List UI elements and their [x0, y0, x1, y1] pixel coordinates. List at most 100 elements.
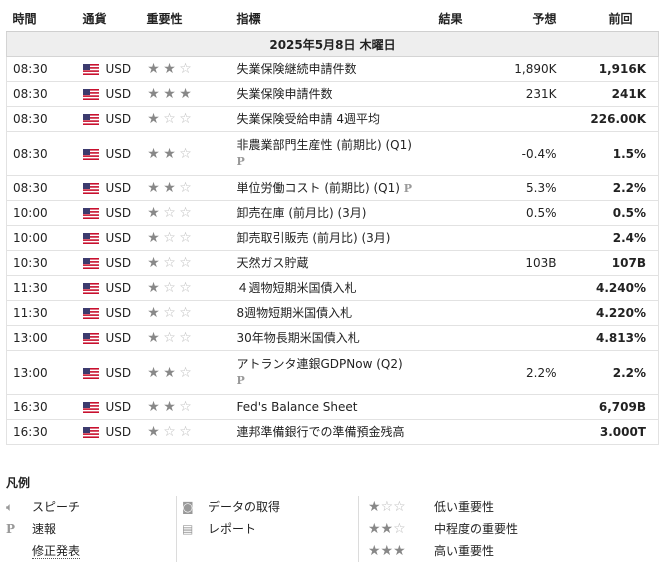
event-indicator[interactable]: ４週物短期米国債入札 — [230, 275, 433, 301]
table-row[interactable]: 11:30 USD ★☆☆ ４週物短期米国債入札 4.240% — [6, 275, 659, 301]
legend-col-3: ★☆☆ 低い重要性 ★★☆ 中程度の重要性 ★★★ 高い重要性 — [368, 496, 648, 562]
legend-revised[interactable]: 修正発表 — [6, 540, 166, 562]
table-row[interactable]: 08:30 USD ★★★ 失業保険申請件数 231K 241K — [6, 81, 659, 107]
event-result — [432, 81, 495, 107]
event-time: 08:30 — [6, 56, 77, 82]
star-icon: ★ — [147, 330, 162, 346]
event-previous: 2.2% — [560, 350, 659, 395]
star-icon: ★ — [147, 364, 162, 381]
table-row[interactable]: 16:30 USD ★★☆ Fed's Balance Sheet 6,709B — [6, 394, 659, 420]
star-icon: ★ — [147, 305, 162, 321]
event-forecast — [494, 419, 561, 445]
table-row[interactable]: 08:30 USD ★★☆ 非農業部門生産性 (前期比) (Q1) P -0.4% 1.5% — [6, 131, 659, 176]
event-indicator[interactable]: 単位労働コスト (前期比) (Q1) P — [230, 175, 433, 201]
event-indicator[interactable]: 30年物長期米国債入札 — [230, 325, 433, 351]
star-icon: ☆ — [179, 424, 194, 440]
star-icon: ☆ — [179, 280, 194, 296]
event-name[interactable]: 失業保険受給申請 4週平均 — [237, 112, 380, 126]
us-flag-icon — [82, 258, 99, 269]
date-row: 2025年5月8日 木曜日 — [6, 31, 659, 57]
event-name[interactable]: Fed's Balance Sheet — [237, 400, 358, 414]
star-icon: ☆ — [179, 205, 194, 221]
table-row[interactable]: 10:30 USD ★☆☆ 天然ガス貯蔵 103B 107B — [6, 250, 659, 276]
table-row[interactable]: 10:00 USD ★☆☆ 卸売在庫 (前月比) (3月) 0.5% 0.5% — [6, 200, 659, 226]
event-indicator[interactable]: 卸売在庫 (前月比) (3月) — [230, 200, 433, 226]
star-icon: ★ — [147, 255, 162, 271]
event-forecast — [494, 106, 561, 132]
event-previous: 107B — [560, 250, 659, 276]
event-result — [432, 419, 495, 445]
event-previous: 1,916K — [560, 56, 659, 82]
event-name[interactable]: 30年物長期米国債入札 — [237, 331, 360, 345]
event-indicator[interactable]: 卸売取引販売 (前月比) (3月) — [230, 225, 433, 251]
event-result — [432, 325, 495, 351]
event-indicator[interactable]: 非農業部門生産性 (前期比) (Q1) P — [230, 131, 433, 176]
table-row[interactable]: 13:00 USD ★☆☆ 30年物長期米国債入札 4.813% — [6, 325, 659, 351]
event-time: 11:30 — [6, 275, 77, 301]
event-result — [432, 275, 495, 301]
event-indicator[interactable]: 8週物短期米国債入札 — [230, 300, 433, 326]
event-name[interactable]: 8週物短期米国債入札 — [237, 306, 353, 320]
event-importance: ★★☆ — [140, 394, 231, 420]
table-row[interactable]: 11:30 USD ★☆☆ 8週物短期米国債入札 4.220% — [6, 300, 659, 326]
legend-title: 凡例 — [6, 476, 31, 490]
prelim-icon: P — [403, 181, 413, 195]
table-row[interactable]: 13:00 USD ★★☆ アトランタ連銀GDPNow (Q2) P 2.2% 2.2% — [6, 350, 659, 395]
event-indicator[interactable]: 失業保険継続申請件数 — [230, 56, 433, 82]
event-indicator[interactable]: 失業保険申請件数 — [230, 81, 433, 107]
event-previous: 226.00K — [560, 106, 659, 132]
star-icon: ★ — [147, 230, 162, 246]
table-header: 時間 通貨 重要性 指標 結果 予想 前回 — [6, 6, 659, 32]
us-flag-icon — [82, 367, 99, 379]
us-flag-icon — [82, 283, 99, 294]
event-indicator[interactable]: 失業保険受給申請 4週平均 — [230, 106, 433, 132]
event-name[interactable]: 卸売在庫 (前月比) (3月) — [237, 206, 367, 220]
event-name[interactable]: 非農業部門生産性 (前期比) (Q1) — [237, 138, 412, 152]
col-indicator: 指標 — [230, 6, 433, 32]
event-name[interactable]: 失業保険申請件数 — [237, 87, 333, 101]
event-name[interactable]: アトランタ連銀GDPNow (Q2) — [237, 357, 403, 371]
us-flag-icon — [82, 233, 99, 244]
event-indicator[interactable]: Fed's Balance Sheet — [230, 394, 433, 420]
star-icon: ☆ — [179, 180, 194, 196]
event-indicator[interactable]: アトランタ連銀GDPNow (Q2) P — [230, 350, 433, 395]
event-name[interactable]: 失業保険継続申請件数 — [237, 62, 357, 76]
event-name[interactable]: 卸売取引販売 (前月比) (3月) — [237, 231, 391, 245]
event-indicator[interactable]: 天然ガス貯蔵 — [230, 250, 433, 276]
event-forecast — [494, 300, 561, 326]
table-row[interactable]: 08:30 USD ★★☆ 単位労働コスト (前期比) (Q1) P 5.3% 2.2% — [6, 175, 659, 201]
event-currency: USD — [76, 419, 141, 445]
event-previous: 4.813% — [560, 325, 659, 351]
event-previous: 2.4% — [560, 225, 659, 251]
event-name[interactable]: 天然ガス貯蔵 — [237, 256, 309, 270]
event-previous: 2.2% — [560, 175, 659, 201]
event-time: 10:30 — [6, 250, 77, 276]
event-importance: ★★★ — [140, 81, 231, 107]
legend-speech: 🔈︎ スピーチ — [6, 496, 166, 518]
event-indicator[interactable]: 連邦準備銀行での準備預金残高 — [230, 419, 433, 445]
col-forecast: 予想 — [494, 6, 561, 32]
star-icon: ☆ — [163, 230, 178, 246]
event-currency: USD — [76, 106, 141, 132]
us-flag-icon — [82, 64, 99, 75]
table-row[interactable]: 10:00 USD ★☆☆ 卸売取引販売 (前月比) (3月) 2.4% — [6, 225, 659, 251]
event-result — [432, 250, 495, 276]
col-previous: 前回 — [560, 6, 659, 32]
event-importance: ★★☆ — [140, 175, 231, 201]
star-icon: ★★☆ — [368, 521, 406, 537]
event-name[interactable]: ４週物短期米国債入札 — [237, 281, 357, 295]
table-row[interactable]: 08:30 USD ★☆☆ 失業保険受給申請 4週平均 226.00K — [6, 106, 659, 132]
event-importance: ★★☆ — [140, 350, 231, 395]
event-currency: USD — [76, 275, 141, 301]
event-previous: 0.5% — [560, 200, 659, 226]
table-row[interactable]: 16:30 USD ★☆☆ 連邦準備銀行での準備預金残高 3.000T — [6, 419, 659, 445]
star-icon: ★ — [163, 86, 178, 102]
speaker-icon: 🔈︎ — [6, 500, 14, 514]
us-flag-icon — [82, 89, 99, 100]
event-name[interactable]: 連邦準備銀行での準備預金残高 — [237, 425, 405, 439]
event-time: 10:00 — [6, 225, 77, 251]
event-name[interactable]: 単位労働コスト (前期比) (Q1) — [237, 181, 400, 195]
star-icon: ★ — [163, 61, 178, 77]
economic-calendar: 時間 通貨 重要性 指標 結果 予想 前回 2025年5月8日 木曜日 08:3… — [6, 6, 659, 445]
table-row[interactable]: 08:30 USD ★★☆ 失業保険継続申請件数 1,890K 1,916K — [6, 56, 659, 82]
